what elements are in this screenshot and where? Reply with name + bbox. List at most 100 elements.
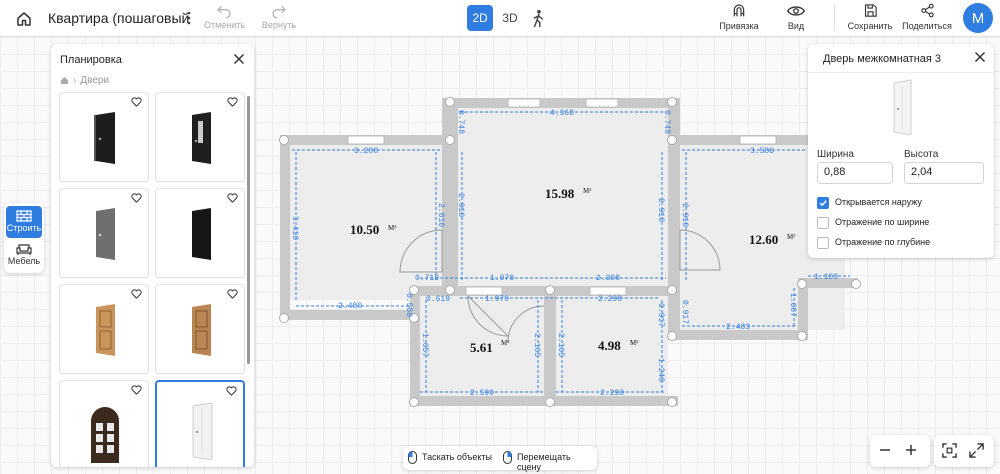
breadcrumb-home-icon[interactable] [60, 76, 69, 85]
close-catalog-button[interactable] [233, 53, 247, 67]
project-menu-icon[interactable] [184, 10, 194, 26]
zoom-controls [870, 435, 930, 467]
catalog-item[interactable] [155, 188, 245, 278]
room-area-unit: M² [501, 339, 509, 347]
avatar-letter: M [971, 9, 985, 27]
eye-icon [787, 6, 805, 16]
walk-mode-button[interactable] [527, 5, 549, 31]
heart-icon[interactable] [131, 193, 142, 203]
undo-button[interactable]: Отменить [204, 4, 245, 34]
dimension-label: 0.917 [656, 303, 665, 327]
toolbar-divider [834, 5, 835, 31]
dimension-label: 2.298 [598, 295, 622, 304]
room-area-unit: M² [388, 224, 396, 232]
catalog-item[interactable] [59, 188, 149, 278]
dimension-label: 2.910 [680, 203, 689, 227]
mode-2d-label: 2D [472, 11, 488, 25]
dimension-label: 0.619 [426, 295, 450, 304]
arched-glass-door-icon [91, 407, 119, 463]
heart-icon[interactable] [227, 97, 238, 107]
build-tool-button[interactable]: Строить [6, 206, 42, 238]
breadcrumb-separator: › [73, 74, 77, 86]
height-value: 2,04 [911, 166, 933, 178]
dimension-label: 2.165 [556, 333, 565, 357]
mode-2d-button[interactable]: 2D [467, 5, 493, 31]
catalog-scrollbar[interactable] [247, 96, 250, 364]
dimension-label: 0.580 [404, 293, 413, 317]
fit-to-screen-button[interactable] [942, 443, 958, 459]
width-input[interactable]: 0,88 [817, 162, 893, 184]
dimension-label: 1.970 [490, 274, 514, 283]
mirror-depth-checkbox[interactable] [817, 237, 829, 249]
catalog-item[interactable] [59, 284, 149, 374]
snap-label: Привязка [719, 21, 759, 31]
view-button[interactable]: Вид [778, 3, 814, 35]
redo-button[interactable]: Вернуть [259, 4, 299, 34]
height-input[interactable]: 2,04 [904, 162, 984, 184]
user-avatar[interactable]: M [963, 3, 993, 33]
dimension-label: 4.368 [550, 109, 574, 118]
share-button[interactable]: Поделиться [900, 3, 954, 35]
catalog-item[interactable] [59, 380, 149, 467]
floppy-disk-icon [864, 4, 877, 17]
dimension-label: 0.748 [662, 110, 671, 134]
dimension-label: 2.590 [470, 389, 494, 398]
heart-icon[interactable] [227, 193, 238, 203]
close-icon [974, 51, 986, 63]
dimension-label: 0.748 [456, 110, 465, 134]
heart-icon[interactable] [227, 289, 238, 299]
fullscreen-button[interactable] [969, 443, 985, 459]
catalog-item-selected[interactable] [155, 380, 245, 467]
catalog-item[interactable] [59, 92, 149, 182]
close-icon [233, 53, 245, 65]
move-scene-hint: Перемещать сцену [517, 452, 571, 472]
properties-divider [808, 72, 994, 73]
zoom-out-button[interactable] [878, 443, 894, 459]
mode-3d-label: 3D [502, 11, 518, 25]
heart-icon[interactable] [131, 97, 142, 107]
catalog-panel: Планировка › Двери [51, 44, 254, 467]
redo-icon [272, 5, 286, 18]
save-label: Сохранить [847, 21, 893, 31]
room-area: 5.61 [470, 340, 493, 355]
furniture-tool-button[interactable]: Мебель [6, 240, 42, 272]
catalog-item[interactable] [155, 92, 245, 182]
heart-icon[interactable] [226, 386, 237, 396]
project-title[interactable]: Квартира (пошаговый [48, 10, 189, 26]
redo-label: Вернуть [261, 20, 297, 30]
expand-icon [969, 443, 984, 458]
breadcrumb-current: Двери [80, 74, 110, 86]
dimension-label: 1.087 [788, 293, 797, 317]
zoom-in-button[interactable] [904, 443, 920, 459]
mirror-width-checkbox[interactable] [817, 217, 829, 229]
properties-panel: Дверь межкомнатная 3 Ширина 0,88 Высота … [808, 44, 994, 258]
mode-3d-button[interactable]: 3D [497, 5, 523, 31]
heart-icon[interactable] [131, 289, 142, 299]
heart-icon[interactable] [131, 385, 142, 395]
room-area: 12.60 [749, 232, 778, 247]
share-icon [920, 3, 934, 18]
dimension-label: 0.719 [415, 274, 439, 283]
wooden-door-icon [192, 304, 211, 356]
brick-wall-icon [16, 210, 32, 222]
drag-objects-hint: Таскать объекты [422, 452, 492, 462]
home-button[interactable] [13, 8, 35, 30]
build-tool-label: Строить [6, 223, 42, 233]
dimension-label: 2.165 [532, 333, 541, 357]
black-door-icon [192, 208, 211, 260]
open-outward-label: Открывается наружу [835, 197, 922, 207]
catalog-item[interactable] [155, 284, 245, 374]
save-button[interactable]: Сохранить [846, 3, 894, 35]
grey-door-icon [96, 208, 115, 260]
magnet-icon [733, 4, 745, 17]
dimension-label: 1.248 [656, 358, 665, 382]
dimension-label: 2.910 [456, 193, 465, 217]
dimension-label: 1.103 [814, 273, 838, 282]
room-area-unit: M² [787, 233, 795, 241]
width-value: 0,88 [824, 166, 846, 178]
close-properties-button[interactable] [974, 51, 988, 65]
selected-door-preview [893, 79, 912, 135]
room-area: 4.98 [598, 338, 621, 353]
snap-button[interactable]: Привязка [716, 3, 762, 35]
open-outward-checkbox[interactable] [817, 197, 829, 209]
